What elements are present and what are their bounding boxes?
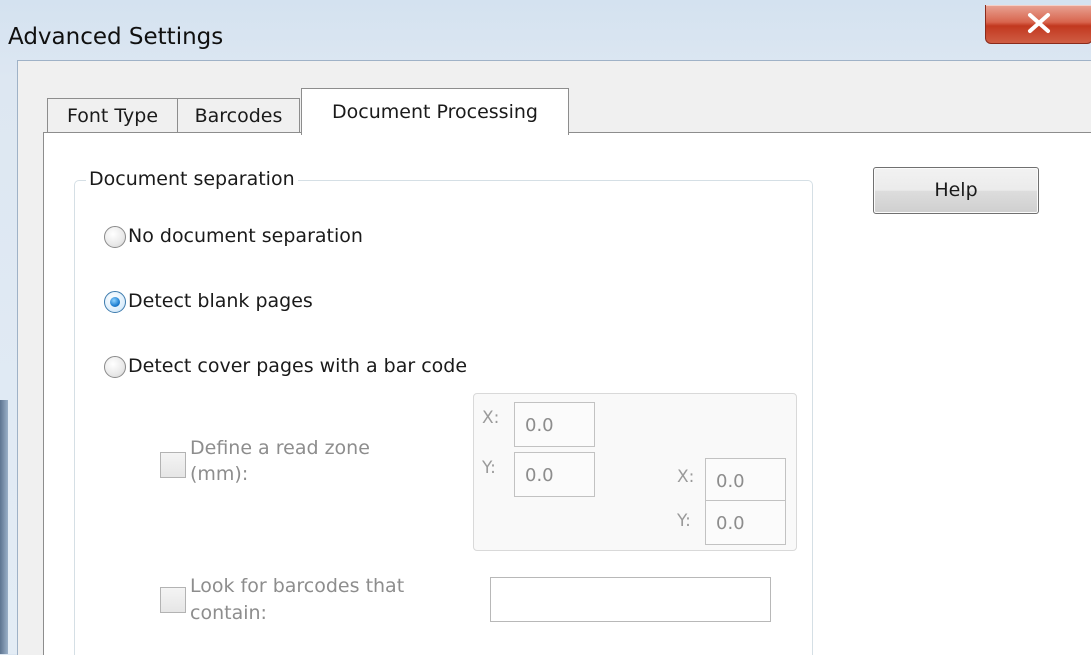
- look-for-barcodes-label-line2: contain:: [190, 602, 267, 624]
- y2-input[interactable]: 0.0: [705, 500, 786, 545]
- help-button[interactable]: Help: [873, 167, 1039, 214]
- x2-label: X:: [677, 467, 695, 487]
- radio-detect-blank-pages[interactable]: [104, 291, 126, 313]
- define-read-zone-checkbox[interactable]: [160, 452, 186, 478]
- window-title: Advanced Settings: [8, 24, 224, 50]
- x1-input[interactable]: 0.0: [514, 402, 595, 447]
- y2-label: Y:: [677, 511, 691, 531]
- close-button[interactable]: [985, 5, 1091, 44]
- radio-no-separation-label[interactable]: No document separation: [128, 225, 363, 247]
- radio-no-separation[interactable]: [104, 226, 126, 248]
- radio-selected-dot: [110, 297, 120, 307]
- tab-barcodes[interactable]: Barcodes: [177, 98, 300, 133]
- close-icon: [1028, 13, 1050, 33]
- barcode-contains-input[interactable]: [490, 577, 771, 622]
- radio-detect-cover-pages-label[interactable]: Detect cover pages with a bar code: [128, 355, 467, 377]
- radio-detect-blank-pages-label[interactable]: Detect blank pages: [128, 290, 313, 312]
- y1-input[interactable]: 0.0: [514, 452, 595, 497]
- define-read-zone-label-line2: (mm):: [190, 463, 249, 485]
- look-for-barcodes-label-line1: Look for barcodes that: [190, 575, 405, 597]
- tab-document-processing[interactable]: Document Processing: [301, 88, 569, 135]
- define-read-zone-label-line1: Define a read zone: [190, 437, 370, 459]
- tab-font-type[interactable]: Font Type: [47, 98, 178, 133]
- group-legend: Document separation: [86, 168, 298, 190]
- y1-label: Y:: [482, 458, 496, 478]
- background-window-edge: [0, 400, 8, 654]
- x1-label: X:: [482, 408, 500, 428]
- radio-detect-cover-pages[interactable]: [104, 356, 126, 378]
- look-for-barcodes-checkbox[interactable]: [160, 587, 186, 613]
- x2-input[interactable]: 0.0: [705, 458, 786, 503]
